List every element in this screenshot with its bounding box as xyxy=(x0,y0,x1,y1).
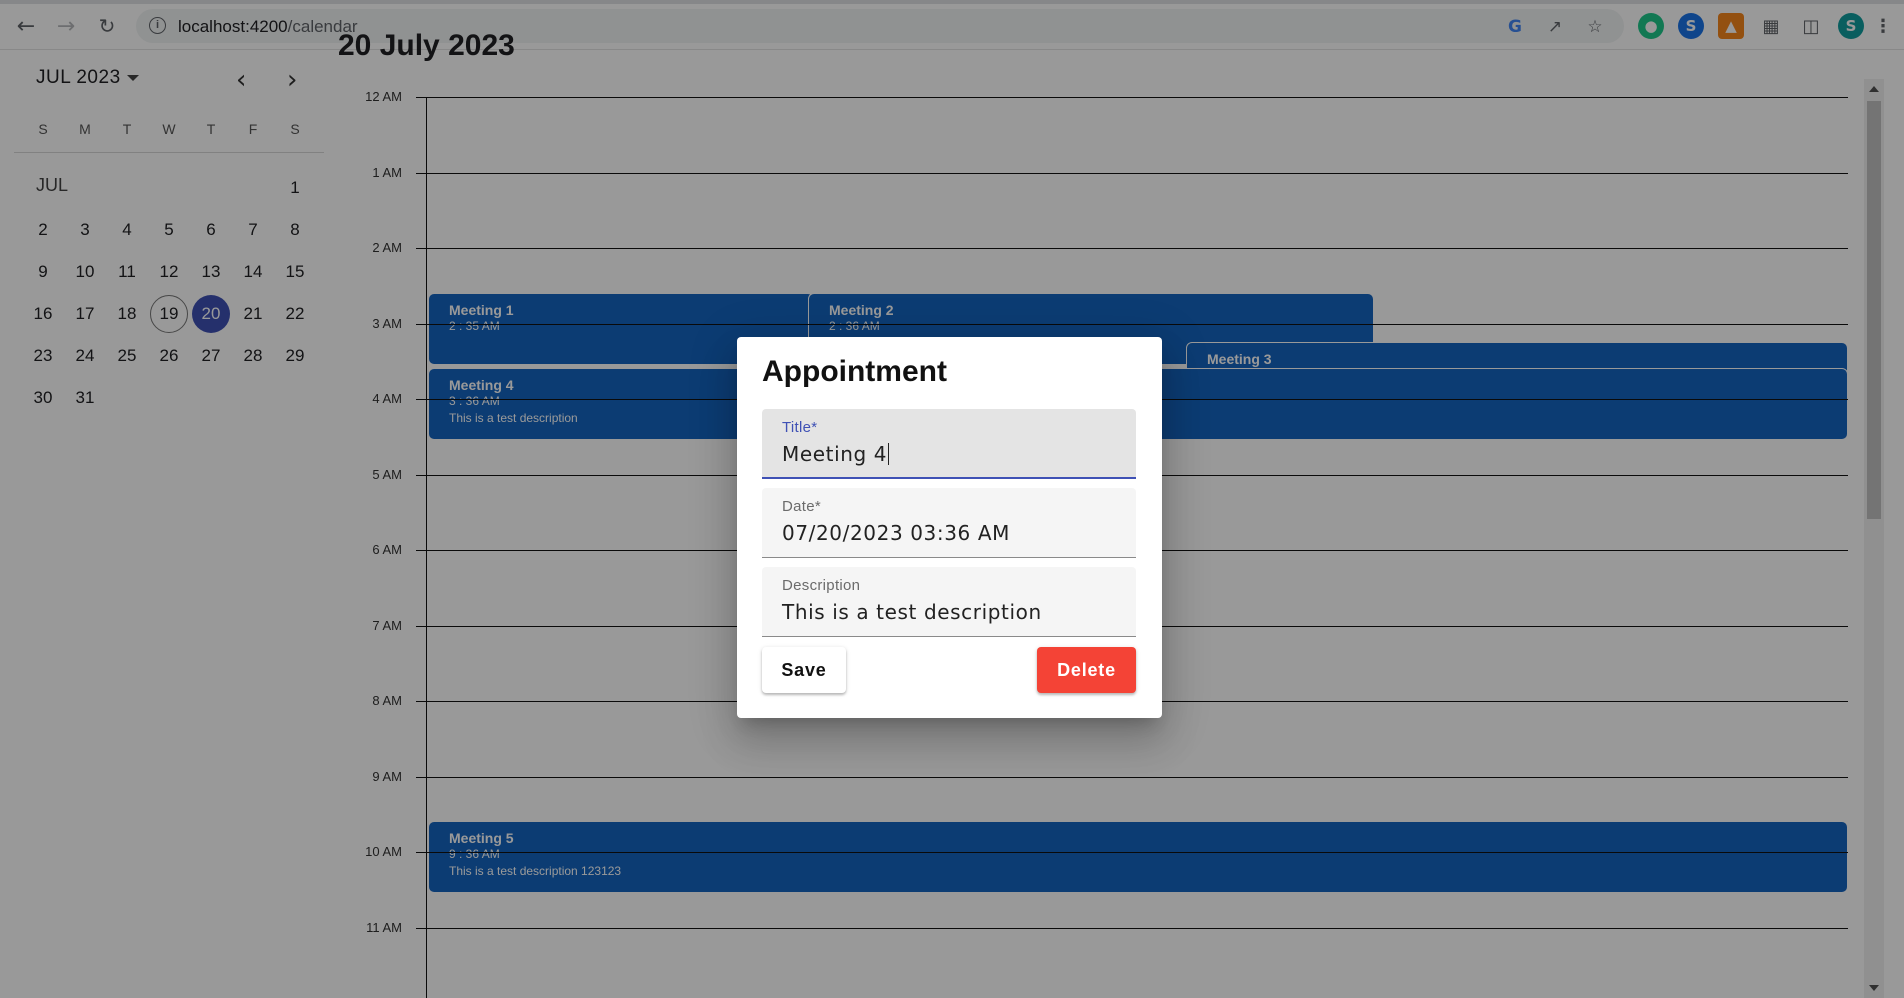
appointment-dialog: Appointment Title* Meeting 4 Date* 07/20… xyxy=(737,337,1162,718)
description-input[interactable]: This is a test description xyxy=(782,600,1042,624)
title-value: Meeting 4 xyxy=(782,442,888,466)
save-button[interactable]: Save xyxy=(762,647,846,693)
delete-button[interactable]: Delete xyxy=(1037,647,1136,693)
dialog-title: Appointment xyxy=(762,355,947,388)
title-input[interactable]: Meeting 4 xyxy=(782,442,890,466)
date-field[interactable]: Date* 07/20/2023 03:36 AM xyxy=(762,488,1136,558)
text-cursor xyxy=(888,443,890,465)
description-field[interactable]: Description This is a test description xyxy=(762,567,1136,637)
description-label: Description xyxy=(782,577,861,594)
date-input[interactable]: 07/20/2023 03:36 AM xyxy=(782,521,1010,545)
date-label: Date* xyxy=(782,498,822,515)
title-field[interactable]: Title* Meeting 4 xyxy=(762,409,1136,479)
title-label: Title* xyxy=(782,419,818,436)
